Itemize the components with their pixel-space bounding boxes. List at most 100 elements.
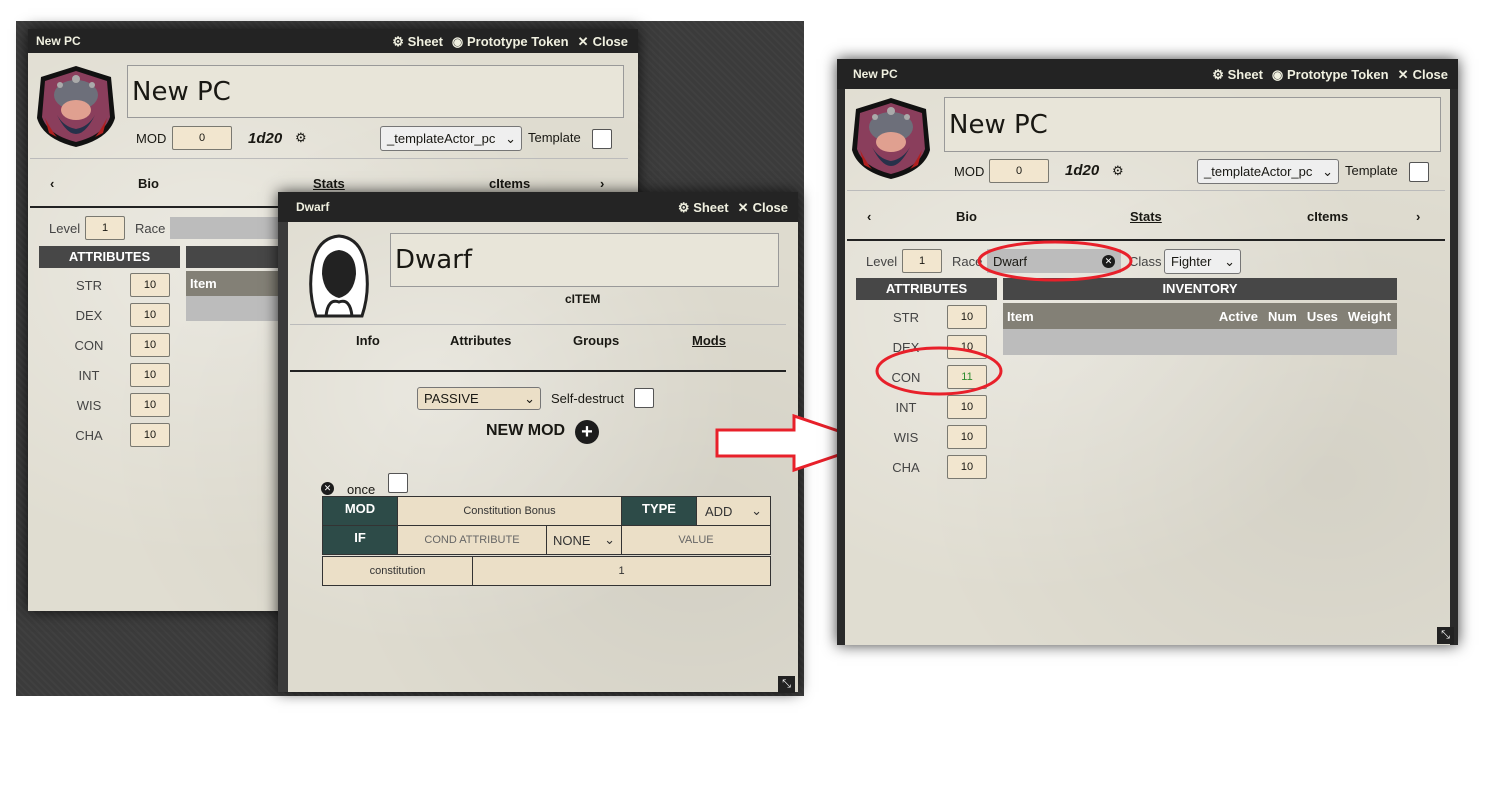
uses-col-header: Uses — [1306, 308, 1338, 324]
attr-label-dex: DEX — [75, 307, 103, 323]
weight-col-header: Weight — [1347, 308, 1391, 324]
dice-icon[interactable]: ⚙ — [295, 130, 307, 146]
actor-name-input[interactable]: New PC — [944, 97, 1441, 152]
attr-input-str[interactable]: 10 — [947, 305, 987, 329]
type-select-value: ADD — [705, 503, 733, 519]
tab-info[interactable]: Info — [356, 333, 380, 348]
level-input[interactable]: 1 — [85, 216, 125, 240]
sheet-label: Sheet — [1227, 66, 1263, 82]
divider — [30, 158, 628, 159]
attr-input-cha[interactable]: 10 — [130, 423, 170, 447]
close-button[interactable]: ✕ Close — [1397, 67, 1448, 82]
user-circle-icon: ◉ — [1271, 66, 1284, 82]
template-checkbox[interactable] — [592, 129, 612, 149]
attr-input-wis[interactable]: 10 — [947, 425, 987, 449]
chevron-left-icon[interactable]: ‹ — [867, 209, 871, 224]
chevron-down-icon: ⌄ — [1224, 253, 1235, 269]
template-checkbox[interactable] — [1409, 162, 1429, 182]
prototype-label: Prototype Token — [1286, 66, 1389, 82]
window-titlebar[interactable]: New PC ⚙ Sheet ◉ Prototype Token ✕ Close — [28, 29, 638, 53]
chevron-left-icon[interactable]: ‹ — [50, 176, 54, 191]
race-highlight-ellipse — [977, 240, 1133, 282]
once-checkbox[interactable] — [388, 473, 408, 493]
template-select[interactable]: _templateActor_pc ⌄ — [380, 126, 522, 151]
chevron-right-icon[interactable]: › — [600, 176, 604, 191]
tab-bio[interactable]: Bio — [956, 209, 977, 224]
passive-select[interactable]: PASSIVE ⌄ — [417, 387, 541, 410]
cond-attribute-input[interactable]: COND ATTRIBUTE — [397, 525, 547, 555]
sheet-button[interactable]: ⚙ Sheet — [677, 200, 729, 215]
mod-cell: MOD — [322, 496, 398, 526]
attr-input-cha[interactable]: 10 — [947, 455, 987, 479]
race-field[interactable] — [170, 217, 290, 239]
class-select[interactable]: Fighter ⌄ — [1164, 249, 1241, 274]
tab-mods[interactable]: Mods — [692, 333, 726, 348]
cond-select-value: NONE — [553, 532, 591, 548]
item-type-label: cITEM — [565, 292, 601, 306]
cond-value-input[interactable]: VALUE — [621, 525, 771, 555]
tab-stats[interactable]: Stats — [1130, 209, 1162, 224]
tab-groups[interactable]: Groups — [573, 333, 619, 348]
actor-name-input[interactable]: New PC — [127, 65, 624, 118]
attr-input-str[interactable]: 10 — [130, 273, 170, 297]
close-label: Close — [592, 33, 628, 49]
chevron-right-icon[interactable]: › — [1416, 209, 1420, 224]
mod-input[interactable]: 0 — [172, 126, 232, 150]
close-button[interactable]: ✕ Close — [577, 34, 628, 49]
template-select[interactable]: _templateActor_pc ⌄ — [1197, 159, 1339, 184]
template-label: Template — [1345, 163, 1398, 178]
close-icon: ✕ — [737, 199, 749, 215]
attr-input-int[interactable]: 10 — [130, 363, 170, 387]
mod-input[interactable]: 0 — [989, 159, 1049, 183]
window-titlebar[interactable]: New PC ⚙ Sheet ◉ Prototype Token ✕ Close — [837, 59, 1458, 89]
plus-circle-icon[interactable]: + — [575, 420, 599, 444]
num-col-header: Num — [1267, 308, 1297, 324]
prototype-token-button[interactable]: ◉ Prototype Token — [451, 34, 569, 49]
inventory-columns: Item Active Num Uses Weight — [1003, 303, 1397, 329]
attr-input-dex[interactable]: 10 — [130, 303, 170, 327]
attr-input-int[interactable]: 10 — [947, 395, 987, 419]
passive-select-value: PASSIVE — [424, 391, 479, 406]
resize-icon[interactable]: ⤡ — [778, 676, 795, 693]
window-titlebar[interactable]: Dwarf ⚙ Sheet ✕ Close — [278, 192, 798, 222]
self-destruct-checkbox[interactable] — [634, 388, 654, 408]
sheet-button[interactable]: ⚙ Sheet — [1212, 67, 1263, 82]
prototype-token-button[interactable]: ◉ Prototype Token — [1271, 67, 1389, 82]
item-name-input[interactable]: Dwarf — [390, 233, 779, 287]
tab-citems[interactable]: cItems — [489, 176, 530, 191]
gear-icon: ⚙ — [1212, 66, 1224, 82]
attr-key-input[interactable]: constitution — [322, 556, 473, 586]
actor-portrait[interactable] — [848, 95, 934, 181]
attributes-header: ATTRIBUTES — [39, 246, 180, 268]
dice-icon[interactable]: ⚙ — [1112, 163, 1124, 179]
attr-input-wis[interactable]: 10 — [130, 393, 170, 417]
level-input[interactable]: 1 — [902, 249, 942, 273]
tab-stats[interactable]: Stats — [313, 176, 345, 191]
cond-select[interactable]: NONE ⌄ — [546, 525, 622, 555]
gear-icon: ⚙ — [392, 33, 404, 49]
self-destruct-label: Self-destruct — [551, 391, 624, 406]
level-label: Level — [49, 221, 81, 236]
attr-label-int: INT — [78, 367, 100, 383]
actor-portrait[interactable] — [33, 63, 119, 149]
tab-bio[interactable]: Bio — [138, 176, 159, 191]
once-label: once — [347, 482, 376, 497]
window-title: New PC — [36, 34, 81, 48]
mod-label: MOD — [136, 131, 167, 146]
tab-citems[interactable]: cItems — [1307, 209, 1348, 224]
tab-attributes[interactable]: Attributes — [450, 333, 511, 348]
attr-label-str: STR — [76, 277, 102, 293]
hooded-figure-icon[interactable] — [304, 232, 374, 322]
dice-label: 1d20 — [1065, 162, 1100, 179]
sheet-button[interactable]: ⚙ Sheet — [392, 34, 443, 49]
remove-icon[interactable]: ✕ — [321, 482, 334, 495]
chevron-down-icon: ⌄ — [751, 503, 762, 518]
attribute-list: STR 10 DEX 10 CON 10 INT 10 WIS 10 CHA 10 — [48, 270, 170, 450]
resize-icon[interactable]: ⤡ — [1437, 627, 1454, 644]
attr-input-con[interactable]: 10 — [130, 333, 170, 357]
type-select[interactable]: ADD ⌄ — [696, 496, 771, 526]
attr-value-input[interactable]: 1 — [472, 556, 771, 586]
mod-name-input[interactable]: Constitution Bonus — [397, 496, 622, 526]
close-button[interactable]: ✕ Close — [737, 200, 788, 215]
race-label: Race — [135, 221, 166, 236]
